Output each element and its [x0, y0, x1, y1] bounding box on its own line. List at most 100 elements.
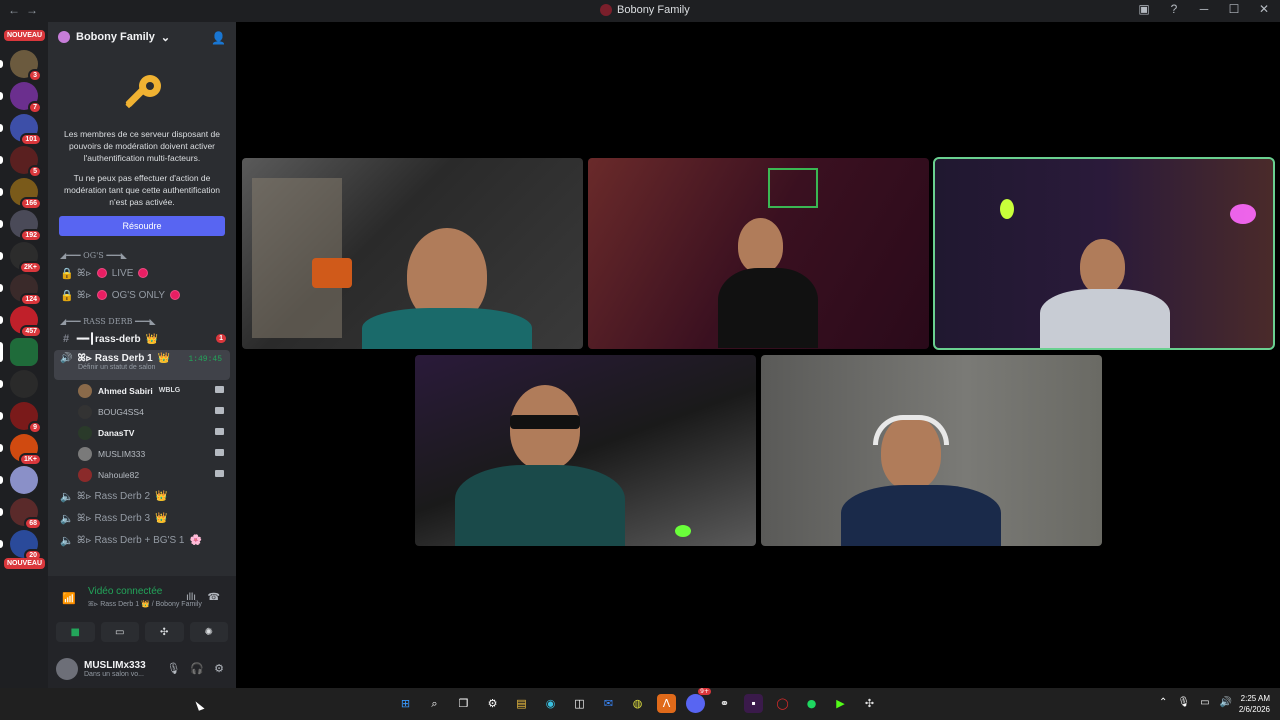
- video-tile[interactable]: [588, 158, 929, 349]
- camera-icon: [215, 428, 224, 435]
- microphone-icon[interactable]: 🎙: [1177, 697, 1190, 708]
- server-icon[interactable]: 68: [0, 498, 42, 530]
- discord-badge: 9+: [698, 688, 711, 695]
- window-controls: ▣ ? ─ ☐ ✕: [1136, 2, 1272, 16]
- headphones-icon[interactable]: 🎧: [190, 662, 204, 675]
- channel-live[interactable]: 🔒 ꕤ⊳ LIVE: [48, 262, 236, 284]
- voice-channel-rass-derb-bgs[interactable]: 🔈 ꕤ⊳ Rass Derb + BG'S 1 🌸: [48, 529, 236, 551]
- mail-icon[interactable]: ✉: [599, 694, 618, 713]
- windows-start-icon[interactable]: ⊞: [396, 694, 415, 713]
- server-rail: NOUVEAU 3 7 101 5 166 192 2K+ 124 457 9 …: [0, 22, 48, 688]
- edge-icon[interactable]: ◉: [541, 694, 560, 713]
- category-rass-derb[interactable]: ◢━━━ RASS DERB ━━━◣: [48, 314, 236, 328]
- app-icon[interactable]: ▪: [744, 694, 763, 713]
- task-view-icon[interactable]: ❐: [454, 694, 473, 713]
- channel-ogs-only[interactable]: 🔒 ꕤ⊳ OG'S ONLY: [48, 284, 236, 306]
- video-tile[interactable]: [415, 355, 756, 546]
- server-icon[interactable]: 20: [0, 530, 42, 562]
- server-icon[interactable]: 457: [0, 306, 42, 338]
- camera-button[interactable]: ■: [56, 622, 95, 642]
- server-icon[interactable]: 192: [0, 210, 42, 242]
- forward-arrow-icon[interactable]: →: [26, 3, 44, 17]
- mention-badge: 7: [28, 101, 42, 114]
- back-arrow-icon[interactable]: ←: [8, 3, 26, 17]
- server-header[interactable]: Bobony Family ⌄ 👤: [48, 22, 236, 52]
- voice-channel-rass-derb-2[interactable]: 🔈 ꕤ⊳ Rass Derb 2 👑: [48, 485, 236, 507]
- voice-channel-label: ꕤ⊳ Rass Derb 2: [77, 490, 151, 502]
- server-icon-active[interactable]: [0, 338, 38, 366]
- video-tile-speaking[interactable]: [933, 157, 1275, 350]
- unread-pip: [0, 124, 3, 132]
- video-tile[interactable]: [242, 158, 583, 349]
- microphone-icon[interactable]: 🎙: [166, 662, 180, 675]
- file-explorer-icon[interactable]: ▤: [512, 694, 531, 713]
- minimize-icon[interactable]: ─: [1196, 2, 1212, 16]
- close-icon[interactable]: ✕: [1256, 2, 1272, 16]
- server-icon[interactable]: 3: [0, 50, 42, 82]
- gear-icon[interactable]: ⚙: [214, 662, 224, 675]
- server-icon[interactable]: 101: [0, 114, 42, 146]
- voice-member[interactable]: DanasTV: [48, 422, 236, 443]
- server-icon[interactable]: [0, 370, 38, 398]
- voice-status-prompt[interactable]: Définir un statut de salon: [60, 364, 224, 371]
- crown-icon: 👑: [155, 490, 168, 502]
- taskbar-clock[interactable]: 2:25 AM 2/6/2026: [1239, 693, 1270, 715]
- network-icon[interactable]: ▭: [1200, 697, 1209, 708]
- app-icon[interactable]: Λ: [657, 694, 676, 713]
- opera-icon[interactable]: ◯: [773, 694, 792, 713]
- category-label: ◢━━━ RASS DERB ━━━◣: [60, 316, 156, 326]
- avatar[interactable]: [56, 658, 78, 680]
- spotify-icon[interactable]: ●: [802, 694, 821, 713]
- voice-member[interactable]: Ahmed Sabiri WBLG: [48, 380, 236, 401]
- guild-tag: WBLG: [158, 387, 181, 394]
- unread-pip: [0, 220, 3, 228]
- unread-pip: [0, 156, 3, 164]
- server-icon[interactable]: 2K+: [0, 242, 42, 274]
- hashtag-icon: #: [62, 333, 70, 345]
- kick-icon[interactable]: ▶: [831, 694, 850, 713]
- server-icon[interactable]: 166: [0, 178, 42, 210]
- voice-member[interactable]: BOUG4SS4: [48, 401, 236, 422]
- server-icon[interactable]: [0, 466, 38, 494]
- voice-channel-rass-derb-1[interactable]: 🔊 ꕤ⊳ Rass Derb 1 👑 1:49:45 Définir un st…: [54, 350, 230, 380]
- server-icon[interactable]: 5: [0, 146, 42, 178]
- steam-icon[interactable]: ⚭: [715, 694, 734, 713]
- participant-face: [738, 218, 783, 273]
- maximize-icon[interactable]: ☐: [1226, 2, 1242, 16]
- channel-rass-derb[interactable]: # ━━┃rass-derb 👑 1: [48, 328, 236, 350]
- screen-share-button[interactable]: ▭: [100, 622, 139, 642]
- noise-suppression-icon[interactable]: ıllı: [186, 592, 196, 603]
- inbox-icon[interactable]: ▣: [1136, 2, 1152, 16]
- invite-people-icon[interactable]: 👤: [211, 31, 226, 45]
- chevron-up-icon[interactable]: ⌃: [1159, 697, 1167, 708]
- discord-icon[interactable]: 9+: [686, 688, 711, 713]
- voice-member[interactable]: Nahoule82: [48, 464, 236, 485]
- server-icon[interactable]: 7: [0, 82, 42, 114]
- disconnect-icon[interactable]: ☎: [208, 592, 220, 603]
- username: MUSLIMx333: [84, 660, 146, 671]
- signal-icon[interactable]: 📶: [62, 592, 76, 605]
- category-ogs[interactable]: ◢━━━ OG'S ━━━◣: [48, 248, 236, 262]
- settings-icon[interactable]: ⚙: [483, 694, 502, 713]
- connection-location[interactable]: ꕤ⊳ Rass Derb 1 👑 / Bobony Family: [88, 600, 202, 609]
- server-icon[interactable]: 9: [0, 402, 42, 434]
- server-icon[interactable]: 1K+: [0, 434, 42, 466]
- chrome-icon[interactable]: ◍: [628, 694, 647, 713]
- search-icon[interactable]: ⌕: [425, 694, 444, 713]
- voice-member[interactable]: MUSLIM333: [48, 443, 236, 464]
- activities-button[interactable]: ✣: [145, 622, 184, 642]
- server-icon[interactable]: 124: [0, 274, 42, 306]
- soundboard-button[interactable]: ✺: [189, 622, 228, 642]
- member-name: Ahmed Sabiri: [98, 385, 153, 396]
- help-icon[interactable]: ?: [1166, 2, 1182, 16]
- resolve-button[interactable]: Résoudre: [59, 216, 225, 236]
- volume-icon[interactable]: 🔊: [1220, 697, 1232, 708]
- member-name: MUSLIM333: [98, 448, 146, 459]
- voice-channel-rass-derb-3[interactable]: 🔈 ꕤ⊳ Rass Derb 3 👑: [48, 507, 236, 529]
- store-icon[interactable]: ◫: [570, 694, 589, 713]
- unread-pip: [0, 316, 3, 324]
- voice-channel-label: ꕤ⊳ Rass Derb 3: [77, 512, 151, 524]
- unread-pip: [0, 284, 3, 292]
- video-tile[interactable]: [761, 355, 1102, 546]
- app-icon[interactable]: ✣: [860, 694, 879, 713]
